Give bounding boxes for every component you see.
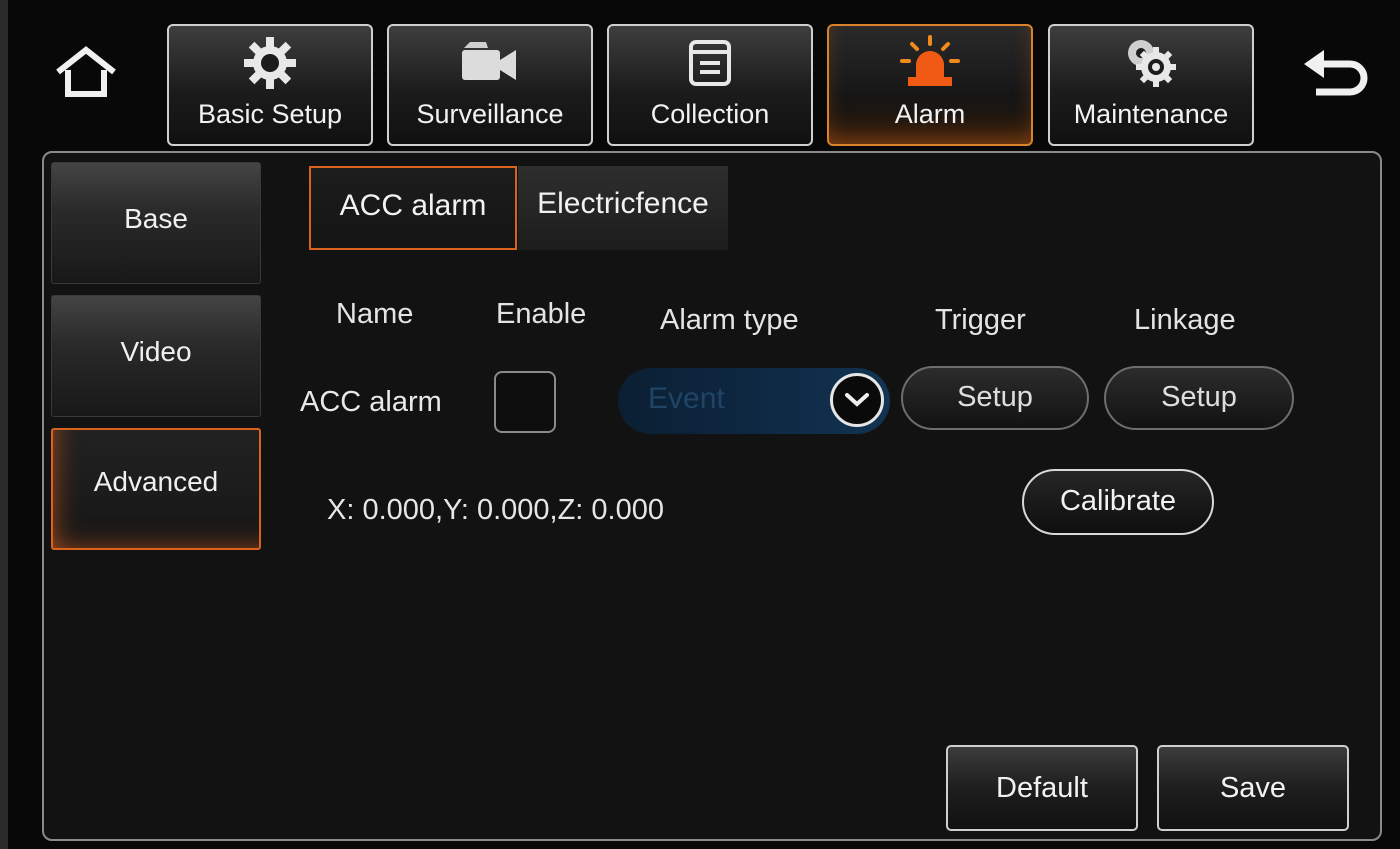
sidebar-item-base[interactable]: Base bbox=[51, 162, 261, 284]
nav-tab-label: Surveillance bbox=[416, 99, 564, 129]
sidebar-item-advanced[interactable]: Advanced bbox=[51, 428, 261, 550]
nav-tab-collection[interactable]: Collection bbox=[607, 24, 813, 146]
trigger-setup-button[interactable]: Setup bbox=[901, 366, 1089, 430]
row-name-label: ACC alarm bbox=[300, 386, 442, 418]
alarm-siren-icon bbox=[900, 35, 960, 86]
save-button[interactable]: Save bbox=[1157, 745, 1349, 831]
nav-tab-maintenance[interactable]: Maintenance bbox=[1048, 24, 1254, 146]
gears-icon bbox=[1128, 40, 1176, 87]
sidebar-item-video[interactable]: Video bbox=[51, 295, 261, 417]
document-icon bbox=[689, 40, 731, 86]
nav-tab-label: Collection bbox=[650, 99, 770, 129]
nav-tab-label: Basic Setup bbox=[197, 99, 343, 129]
gsensor-readout: X: 0.000,Y: 0.000,Z: 0.000 bbox=[327, 494, 664, 526]
sidebar-item-label: Base bbox=[124, 203, 188, 234]
camera-icon bbox=[462, 42, 516, 80]
nav-tab-label: Maintenance bbox=[1073, 99, 1229, 129]
sidebar-item-label: Advanced bbox=[93, 466, 219, 497]
back-button[interactable] bbox=[1298, 42, 1370, 104]
linkage-setup-button[interactable]: Setup bbox=[1104, 366, 1294, 430]
nav-tab-alarm[interactable]: Alarm bbox=[827, 24, 1033, 146]
nav-tab-basic-setup[interactable]: Basic Setup bbox=[167, 24, 373, 146]
nav-tab-surveillance[interactable]: Surveillance bbox=[387, 24, 593, 146]
back-arrow-icon bbox=[1304, 50, 1368, 96]
alarm-type-value: Event bbox=[648, 382, 725, 415]
enable-checkbox[interactable] bbox=[494, 371, 556, 433]
nav-tab-label: Alarm bbox=[894, 99, 966, 129]
calibrate-button[interactable]: Calibrate bbox=[1022, 469, 1214, 535]
alarm-type-select[interactable]: Event bbox=[618, 368, 890, 434]
column-header-linkage: Linkage bbox=[1134, 304, 1236, 336]
gear-icon bbox=[244, 37, 296, 89]
tab-acc-alarm[interactable]: ACC alarm bbox=[309, 166, 517, 250]
home-button[interactable] bbox=[52, 42, 120, 104]
home-icon bbox=[56, 46, 116, 97]
tab-electricfence[interactable]: Electricfence bbox=[518, 166, 728, 250]
chevron-down-icon[interactable] bbox=[830, 373, 884, 427]
column-header-alarm-type: Alarm type bbox=[660, 304, 799, 336]
column-header-enable: Enable bbox=[496, 298, 587, 330]
default-button[interactable]: Default bbox=[946, 745, 1138, 831]
frame-edge bbox=[0, 0, 8, 849]
column-header-trigger: Trigger bbox=[935, 304, 1026, 336]
column-header-name: Name bbox=[336, 298, 414, 330]
sidebar-item-label: Video bbox=[120, 336, 192, 367]
